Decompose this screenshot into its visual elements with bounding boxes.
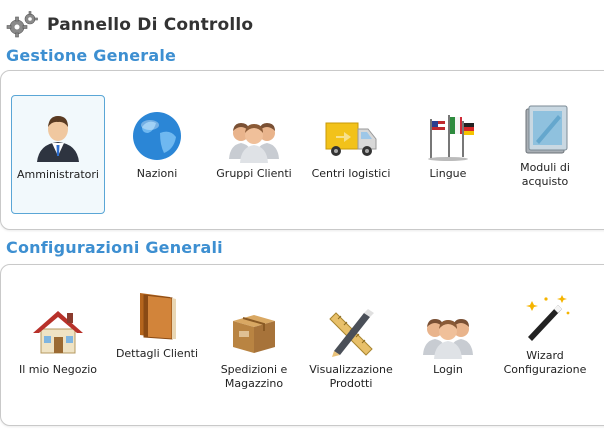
box-icon xyxy=(233,315,275,353)
house-icon xyxy=(33,311,83,354)
section-title-configurazioni-generali: Configurazioni Generali xyxy=(6,238,223,257)
book-icon xyxy=(140,293,176,340)
gestione-generale-panel: Amministratori Nazioni Gruppi Clienti Ce… xyxy=(0,70,604,230)
tile-label: Gruppi Clienti xyxy=(216,167,292,180)
tile-label: Il mio Negozio xyxy=(18,363,98,376)
tile-gruppi-clienti[interactable]: Gruppi Clienti xyxy=(207,95,301,214)
tile-label: Dettagli Clienti xyxy=(115,347,199,360)
configurazioni-generali-panel: Il mio Negozio Dettagli Clienti Spedizio… xyxy=(0,264,604,426)
tile-nazioni[interactable]: Nazioni xyxy=(110,95,204,214)
truck-icon xyxy=(325,122,377,156)
pencil-ruler-icon xyxy=(329,309,374,357)
tile-wizard-configurazione[interactable]: Wizard Configurazione xyxy=(498,293,592,412)
control-panel-header: Pannello Di Controllo xyxy=(6,10,253,40)
gears-icon xyxy=(6,11,38,38)
tile-centri-logistici[interactable]: Centri logistici xyxy=(304,95,398,214)
section-title-gestione-generale: Gestione Generale xyxy=(6,46,177,65)
administrator-icon xyxy=(37,116,79,162)
page-title: Pannello Di Controllo xyxy=(47,15,254,35)
users-login-icon xyxy=(423,319,473,359)
tile-label: Visualizzazione Prodotti xyxy=(309,363,393,390)
flags-icon xyxy=(428,115,474,161)
tile-lingue[interactable]: Lingue xyxy=(401,95,495,214)
tile-label: Login xyxy=(433,363,463,376)
user-group-icon xyxy=(229,123,279,163)
tile-moduli-di-acquisto[interactable]: Moduli di acquisto xyxy=(498,95,592,214)
tile-login[interactable]: Login xyxy=(401,293,495,412)
tile-label: Centri logistici xyxy=(311,167,391,180)
forms-icon xyxy=(525,105,568,154)
tile-amministratori[interactable]: Amministratori xyxy=(11,95,105,214)
globe-icon xyxy=(133,112,181,160)
magic-wand-icon xyxy=(526,295,570,341)
tile-visualizzazione-prodotti[interactable]: Visualizzazione Prodotti xyxy=(304,293,398,412)
tile-dettagli-clienti[interactable]: Dettagli Clienti xyxy=(110,293,204,412)
tile-label: Moduli di acquisto xyxy=(520,161,570,188)
tile-label: Spedizioni e Magazzino xyxy=(220,363,288,390)
tile-label: Lingue xyxy=(429,167,467,180)
tile-label: Nazioni xyxy=(136,167,178,180)
tile-spedizioni-e-magazzino[interactable]: Spedizioni e Magazzino xyxy=(207,293,301,412)
tile-label: Wizard Configurazione xyxy=(503,349,587,376)
tile-label: Amministratori xyxy=(17,168,99,181)
tile-il-mio-negozio[interactable]: Il mio Negozio xyxy=(11,293,105,412)
